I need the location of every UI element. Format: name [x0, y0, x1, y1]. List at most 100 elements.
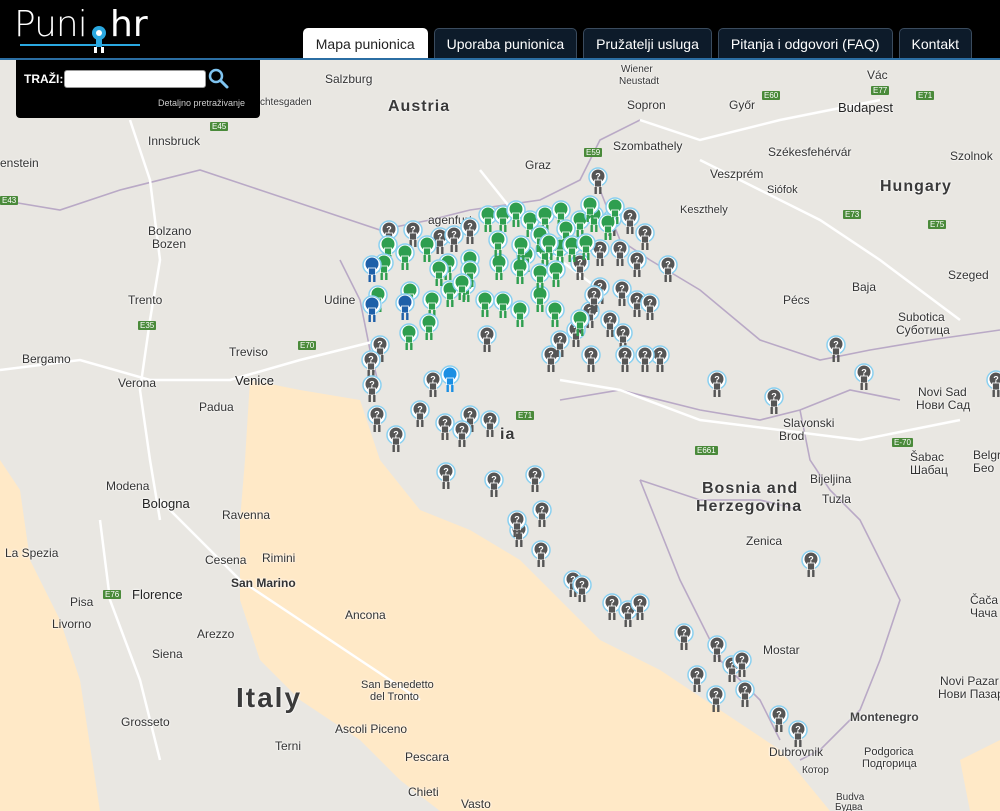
road-e45: E45: [210, 122, 229, 131]
fast-charger-pin-icon[interactable]: [361, 255, 383, 285]
label-veszprem: Veszprém: [710, 167, 764, 181]
unknown-charger-pin-icon[interactable]: ?: [530, 540, 552, 570]
tab-kontakt[interactable]: Kontakt: [898, 28, 972, 58]
available-charger-pin-icon[interactable]: [451, 273, 473, 303]
label-vac: Vác: [867, 68, 888, 82]
unknown-charger-pin-icon[interactable]: ?: [657, 255, 679, 285]
label-siena: Siena: [152, 647, 183, 661]
road-e73: E73: [843, 210, 862, 219]
fast-charger-pin-icon[interactable]: [361, 295, 383, 325]
unknown-charger-pin-icon[interactable]: ?: [435, 462, 457, 492]
tab-pruzatelji-usluga[interactable]: Pružatelji usluga: [583, 28, 712, 58]
label-bolzano: Bolzano: [148, 224, 192, 238]
unknown-charger-pin-icon[interactable]: ?: [483, 470, 505, 500]
available-charger-pin-icon[interactable]: [398, 323, 420, 353]
label-podgorica: Podgorica: [864, 746, 914, 758]
unknown-charger-pin-icon[interactable]: ?: [705, 685, 727, 715]
unknown-charger-pin-icon[interactable]: ?: [673, 623, 695, 653]
available-charger-pin-icon[interactable]: [509, 300, 531, 330]
label-bijeljina: Bijeljina: [810, 472, 852, 486]
unknown-charger-pin-icon[interactable]: ?: [524, 465, 546, 495]
search-input[interactable]: [64, 70, 206, 88]
unknown-charger-pin-icon[interactable]: ?: [451, 420, 473, 450]
available-charger-pin-icon[interactable]: [604, 197, 626, 227]
label-novi-sad: Novi Sad: [918, 385, 967, 399]
unknown-charger-pin-icon[interactable]: ?: [479, 410, 501, 440]
label-austria: Austria: [388, 98, 451, 115]
unknown-charger-pin-icon[interactable]: ?: [409, 400, 431, 430]
unknown-charger-pin-icon[interactable]: ?: [476, 325, 498, 355]
unknown-charger-pin-icon[interactable]: ?: [614, 345, 636, 375]
unknown-charger-pin-icon[interactable]: ?: [531, 500, 553, 530]
available-charger-pin-icon[interactable]: [487, 230, 509, 260]
unknown-charger-pin-icon[interactable]: ?: [571, 575, 593, 605]
label-bergamo: Bergamo: [22, 352, 71, 366]
label-bosnia-1: Bosnia and: [702, 480, 799, 497]
svg-text:?: ?: [588, 350, 594, 360]
available-charger-pin-icon[interactable]: [394, 243, 416, 273]
svg-text:?: ?: [634, 255, 640, 265]
unknown-charger-pin-icon[interactable]: ?: [734, 680, 756, 710]
unknown-charger-pin-icon[interactable]: ?: [731, 650, 753, 680]
svg-text:?: ?: [665, 260, 671, 270]
road-e661: E661: [695, 446, 718, 455]
label-italy: Italy: [236, 682, 303, 713]
unknown-charger-pin-icon[interactable]: ?: [587, 167, 609, 197]
unknown-charger-pin-icon[interactable]: ?: [626, 250, 648, 280]
unknown-charger-pin-icon[interactable]: ?: [787, 720, 809, 750]
label-modena: Modena: [106, 479, 150, 493]
svg-text:?: ?: [681, 628, 687, 638]
available-charger-pin-icon[interactable]: [428, 259, 450, 289]
label-wiener: Wiener: [621, 64, 653, 75]
unknown-charger-pin-icon[interactable]: ?: [853, 363, 875, 393]
label-sbdt-2: del Tronto: [370, 691, 419, 703]
tab-faq[interactable]: Pitanja i odgovori (FAQ): [717, 28, 893, 58]
advanced-search-link[interactable]: Detaljno pretraživanje: [158, 98, 245, 108]
site-logo[interactable]: Puni hr: [14, 4, 154, 54]
unknown-charger-pin-icon[interactable]: ?: [629, 593, 651, 623]
label-chieti: Chieti: [408, 785, 439, 799]
label-szolnok: Szolnok: [950, 149, 993, 163]
label-budva-cyr: Будва: [835, 802, 863, 811]
selected-charger-pin-icon[interactable]: [439, 365, 461, 395]
unknown-charger-pin-icon[interactable]: ?: [634, 345, 656, 375]
label-szeged: Szeged: [948, 268, 989, 282]
tab-mapa-punionica[interactable]: Mapa punionica: [302, 28, 428, 58]
fast-charger-pin-icon[interactable]: [394, 293, 416, 323]
svg-text:?: ?: [617, 244, 623, 254]
available-charger-pin-icon[interactable]: [575, 233, 597, 263]
svg-text:?: ?: [410, 225, 416, 235]
available-charger-pin-icon[interactable]: [569, 309, 591, 339]
tab-uporaba-punionica[interactable]: Uporaba punionica: [433, 28, 578, 58]
label-innsbruck: Innsbruck: [148, 134, 201, 148]
available-charger-pin-icon[interactable]: [538, 233, 560, 263]
label-trento: Trento: [128, 293, 163, 307]
svg-text:?: ?: [597, 244, 603, 254]
label-novi-pazar: Novi Pazar: [940, 674, 999, 688]
road-e59: E59: [584, 148, 603, 157]
label-novi-pazar-cyr: Нови Пазар: [938, 687, 1000, 701]
unknown-charger-pin-icon[interactable]: ?: [634, 223, 656, 253]
unknown-charger-pin-icon[interactable]: ?: [800, 550, 822, 580]
label-salzburg: Salzburg: [325, 72, 373, 86]
unknown-charger-pin-icon[interactable]: ?: [706, 370, 728, 400]
plug-icon: [92, 26, 106, 53]
unknown-charger-pin-icon[interactable]: ?: [985, 370, 1000, 400]
available-charger-pin-icon[interactable]: [544, 300, 566, 330]
label-udine: Udine: [324, 293, 356, 307]
unknown-charger-pin-icon[interactable]: ?: [763, 387, 785, 417]
unknown-charger-pin-icon[interactable]: ?: [361, 375, 383, 405]
svg-text:?: ?: [459, 425, 465, 435]
svg-text:?: ?: [377, 340, 383, 350]
charging-station-map[interactable]: Austria Hungary Italy Bosnia and Herzego…: [0, 60, 1000, 811]
available-charger-pin-icon[interactable]: [418, 313, 440, 343]
svg-text:?: ?: [771, 392, 777, 402]
unknown-charger-pin-icon[interactable]: ?: [825, 335, 847, 365]
search-icon[interactable]: [206, 66, 230, 90]
unknown-charger-pin-icon[interactable]: ?: [385, 425, 407, 455]
label-terni: Terni: [275, 739, 302, 753]
road-e71-a: E71: [916, 91, 935, 100]
unknown-charger-pin-icon[interactable]: ?: [506, 510, 528, 540]
unknown-charger-pin-icon[interactable]: ?: [639, 293, 661, 323]
svg-text:?: ?: [609, 598, 615, 608]
